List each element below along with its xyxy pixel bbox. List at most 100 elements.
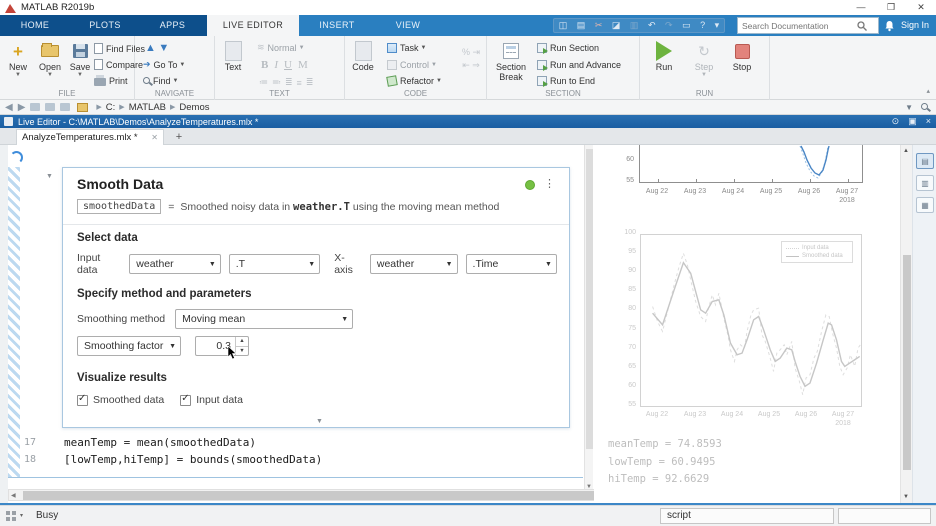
document-tab-label: AnalyzeTemperatures.mlx *	[22, 132, 138, 143]
tab-close-icon[interactable]: ✕	[151, 133, 158, 142]
step-icon: ↻	[698, 43, 710, 60]
task-collapse-icon[interactable]: ▼	[46, 173, 53, 180]
task-button[interactable]: Task▼	[387, 41, 426, 54]
new-icon: +	[13, 43, 23, 60]
bold-button: B	[261, 59, 268, 71]
task-menu-icon[interactable]: ⋮	[544, 177, 555, 190]
run-and-advance-button[interactable]: Run and Advance	[537, 58, 621, 71]
input-data-dropdown[interactable]: weather▼	[129, 254, 220, 274]
open-quick-icon[interactable]: ◫	[559, 19, 568, 32]
output-hide-button[interactable]: ▦	[916, 197, 934, 213]
smoothing-factor-dropdown[interactable]: Smoothing factor▼	[77, 336, 181, 356]
save-quick-icon[interactable]: ▤	[577, 19, 586, 32]
undo-icon[interactable]: ↶	[648, 19, 656, 32]
address-dropdown-icon[interactable]: ▼	[905, 103, 913, 112]
scroll-left-icon[interactable]: ◀	[11, 492, 16, 499]
output-inline-button[interactable]: ▤	[916, 153, 934, 169]
smooth-data-task-panel: Smooth Data ⋮ smoothedData = Smoothed no…	[62, 167, 570, 428]
open-button[interactable]: Open▼	[34, 40, 66, 78]
smoothing-method-dropdown[interactable]: Moving mean▼	[175, 309, 353, 329]
plot2-ytick: 100	[608, 229, 636, 236]
hscroll-thumb[interactable]	[23, 491, 663, 500]
recent-folders-icon[interactable]	[60, 103, 70, 111]
plot2-ytick: 55	[608, 401, 636, 408]
tab-plots[interactable]: PLOTS	[70, 15, 140, 36]
underline-button: U	[284, 59, 292, 71]
panel-maximize-icon[interactable]: ▣	[908, 116, 917, 127]
code-line-18[interactable]: [lowTemp,hiTemp] = bounds(smoothedData)	[64, 453, 322, 466]
search-input[interactable]	[738, 21, 856, 31]
forward-icon[interactable]: ▶	[18, 102, 26, 113]
print-button[interactable]: Print	[94, 74, 128, 87]
select-data-heading: Select data	[77, 232, 138, 244]
layout-grid-icon[interactable]	[6, 511, 16, 521]
minimize-button[interactable]: —	[846, 0, 876, 15]
cut-icon[interactable]: ✂	[595, 19, 603, 32]
new-tab-button[interactable]: +	[169, 129, 189, 145]
live-editor-icon	[4, 117, 13, 126]
copy-icon[interactable]: ◪	[612, 19, 621, 32]
output-vertical-scrollbar[interactable]: ▲ ▼	[900, 145, 912, 503]
control-icon	[387, 60, 397, 70]
qat-dropdown-icon[interactable]: ▾	[715, 19, 720, 32]
navigate-up-icon[interactable]: ▲	[145, 42, 156, 54]
smoothing-factor-spinner[interactable]: 0.3 ▲▼	[195, 336, 249, 356]
help-icon[interactable]: ?	[700, 19, 705, 32]
task-bottom-collapse-icon[interactable]: ▼	[316, 418, 323, 425]
panel-dropdown-icon[interactable]: ⊙	[892, 116, 900, 127]
up-folder-icon[interactable]	[30, 103, 40, 111]
go-to-button[interactable]: ➔Go To▼	[143, 58, 185, 71]
plot1-noisy-line	[800, 146, 828, 178]
tab-view[interactable]: VIEW	[375, 15, 441, 36]
browse-folder-icon[interactable]	[45, 103, 55, 111]
back-icon[interactable]: ◀	[5, 102, 13, 113]
plot2-xtick: Aug 26	[786, 411, 826, 418]
sign-in-link[interactable]: Sign In	[901, 15, 929, 36]
find-button[interactable]: Find▼	[143, 74, 178, 87]
run-section-button[interactable]: Run Section	[537, 41, 599, 54]
panel-close-icon[interactable]: ×	[926, 116, 931, 127]
navigate-down-icon[interactable]: ▼	[158, 42, 169, 54]
address-search-icon[interactable]	[921, 103, 928, 110]
tab-apps[interactable]: APPS	[140, 15, 205, 36]
input-data-checkbox[interactable]	[180, 395, 191, 406]
notifications-bell-icon[interactable]	[884, 19, 895, 37]
tab-live-editor[interactable]: LIVE EDITOR	[207, 15, 299, 36]
refactor-button[interactable]: Refactor▼	[387, 74, 442, 87]
section-break-button[interactable]: SectionBreak	[491, 40, 531, 82]
line-number: 18	[18, 454, 36, 465]
output-scroll-thumb[interactable]	[903, 255, 911, 470]
tab-insert[interactable]: INSERT	[299, 15, 375, 36]
switch-window-icon[interactable]: ▭	[682, 19, 691, 32]
tab-home[interactable]: HOME	[0, 15, 70, 36]
breadcrumb-demos[interactable]: Demos	[179, 102, 209, 113]
temperature-plot-top	[639, 145, 863, 183]
breadcrumb-drive[interactable]: C:	[106, 102, 116, 113]
search-icon[interactable]	[856, 20, 868, 32]
spinner-down-icon[interactable]: ▼	[236, 346, 248, 355]
output-right-button[interactable]: ▥	[916, 175, 934, 191]
code-line-17[interactable]: meanTemp = mean(smoothedData)	[64, 436, 256, 449]
input-field-dropdown[interactable]: .T▼	[229, 254, 320, 274]
output-variable-field[interactable]: smoothedData	[77, 199, 161, 214]
smoothed-data-checkbox[interactable]	[77, 395, 88, 406]
run-to-end-button[interactable]: Run to End	[537, 74, 595, 87]
busy-spinner-icon	[10, 151, 23, 164]
new-button[interactable]: + New▼	[2, 40, 34, 78]
breadcrumb-matlab[interactable]: MATLAB	[129, 102, 166, 113]
x-field-dropdown[interactable]: .Time▼	[466, 254, 557, 274]
save-button[interactable]: Save▼	[64, 40, 96, 78]
editor-vertical-scrollbar[interactable]: ▼	[584, 145, 593, 492]
stop-button[interactable]: Stop	[726, 40, 758, 72]
ribbon-collapse-icon[interactable]: ▴	[926, 87, 930, 95]
spinner-up-icon[interactable]: ▲	[236, 337, 248, 346]
run-button[interactable]: Run	[648, 40, 680, 72]
ribbon-group-code: Code Task▼ Control▼ Refactor▼ % ⇥⇤ ⇒ COD…	[345, 36, 487, 100]
maximize-button[interactable]: ❒	[876, 0, 906, 15]
x-axis-dropdown[interactable]: weather▼	[370, 254, 458, 274]
output-scroll-up-icon[interactable]: ▲	[903, 148, 909, 154]
layout-grid-caret-icon[interactable]: ▾	[20, 512, 23, 519]
close-button[interactable]: ✕	[906, 0, 936, 15]
output-scroll-down-icon[interactable]: ▼	[903, 494, 909, 500]
document-tab[interactable]: AnalyzeTemperatures.mlx * ✕	[16, 129, 164, 145]
